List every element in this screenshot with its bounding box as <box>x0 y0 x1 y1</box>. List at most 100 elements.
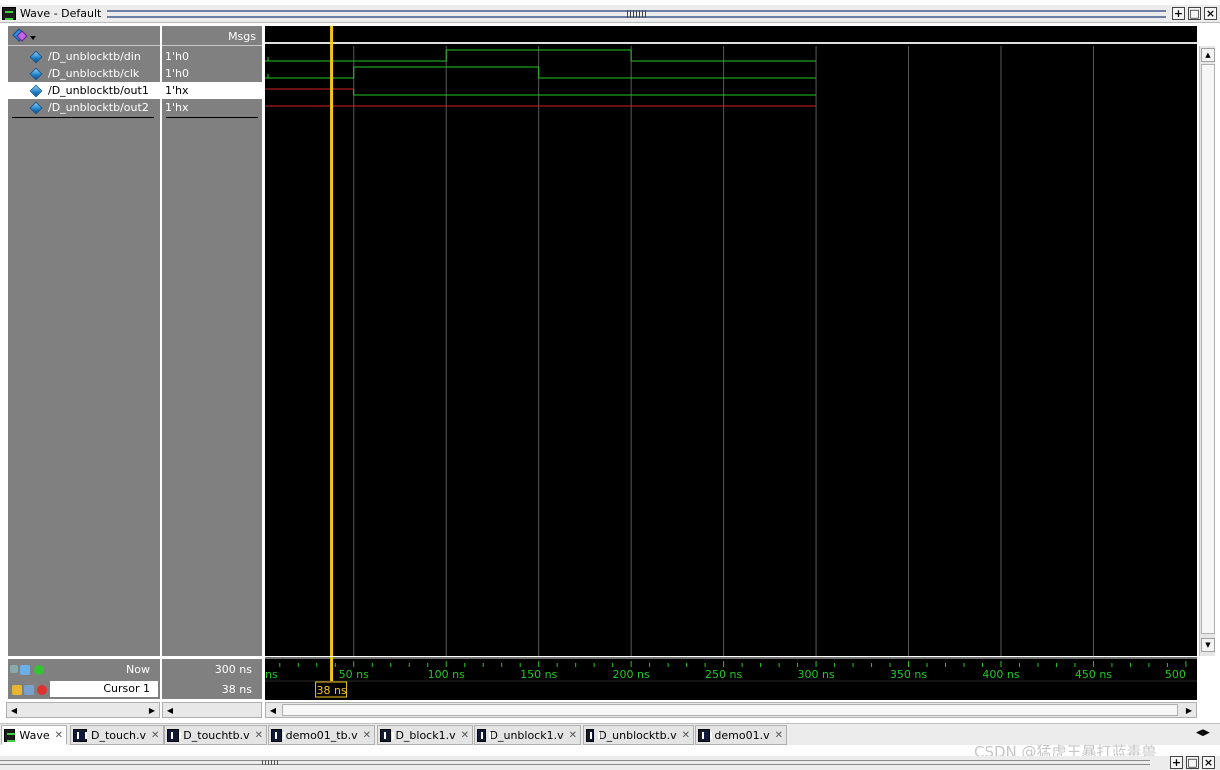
editor-icon <box>271 728 285 742</box>
waveform-pane[interactable] <box>265 26 1197 656</box>
ruler-tick-label: 500 <box>1165 668 1186 681</box>
title-bar[interactable]: Wave - Default + □ × <box>0 5 1220 23</box>
editor-icon <box>477 728 491 742</box>
signal-name: /D_unblocktb/clk <box>48 67 140 80</box>
ruler-tick-label: 300 ns <box>797 668 834 681</box>
wave-icon <box>2 7 16 20</box>
cursor-name[interactable]: Cursor 1 <box>50 681 158 697</box>
editor-icon <box>380 728 395 742</box>
insertion-marker <box>12 117 154 118</box>
cursor-names-pane: Now Cursor 1 <box>8 659 160 699</box>
status-bar: + □ × <box>0 756 1220 770</box>
tab-label: demo01.v <box>714 728 770 742</box>
signal-value: 1'h0 <box>165 67 189 80</box>
tab-d-touchtb[interactable]: D_touchtb.v ✕ <box>164 725 267 745</box>
window-title: Wave - Default <box>20 7 102 20</box>
scroll-thumb[interactable] <box>282 704 1178 716</box>
edit-cursor-icon[interactable] <box>24 685 34 695</box>
signal-name: /D_unblocktb/out1 <box>48 84 149 97</box>
tab-d-unblocktb[interactable]: D_unblocktb.v ✕ <box>583 725 694 745</box>
scroll-right-icon[interactable]: ▶ <box>146 704 158 716</box>
close-icon[interactable]: ✕ <box>255 730 263 741</box>
editor-icon <box>586 728 601 742</box>
values-hscrollbar[interactable]: ◀ <box>162 702 262 718</box>
close-icon[interactable]: ✕ <box>461 730 469 741</box>
signal-diamond-icon <box>29 67 43 80</box>
signal-row-clk[interactable]: /D_unblocktb/clk <box>8 65 160 82</box>
names-header <box>8 26 160 46</box>
wave-hscrollbar[interactable]: ◀ ▶ <box>265 702 1197 718</box>
names-hscrollbar[interactable]: ◀ ▶ <box>6 702 160 718</box>
undock-button[interactable]: □ <box>1186 756 1199 769</box>
status-bar-grip[interactable] <box>0 760 1150 765</box>
close-icon[interactable]: ✕ <box>569 730 577 741</box>
tab-label: D_touchtb.v <box>183 728 250 742</box>
ruler-tick-label: 50 ns <box>339 668 369 681</box>
close-icon[interactable]: ✕ <box>55 730 63 741</box>
close-button[interactable]: × <box>1204 7 1217 20</box>
title-bar-grip[interactable] <box>107 9 1166 18</box>
waveform-canvas[interactable] <box>265 26 1197 656</box>
scroll-up-icon[interactable]: ▲ <box>1201 48 1215 62</box>
ruler-tick-label: 450 ns <box>1075 668 1112 681</box>
signal-value: 1'hx <box>165 101 189 114</box>
editor-icon <box>73 728 87 742</box>
signal-value: 1'h0 <box>165 50 189 63</box>
editor-icon <box>698 728 713 742</box>
dock-button[interactable]: + <box>1170 756 1183 769</box>
signal-name: /D_unblocktb/din <box>48 50 141 63</box>
scroll-left-icon[interactable]: ◀ <box>267 704 279 716</box>
scroll-down-icon[interactable]: ▼ <box>1201 638 1215 652</box>
dock-button[interactable]: + <box>1172 7 1185 20</box>
now-value: 300 ns <box>214 663 252 676</box>
signal-names-pane[interactable]: /D_unblocktb/din /D_unblocktb/clk /D_unb… <box>8 46 160 656</box>
signal-diamond-icon <box>29 50 43 63</box>
close-button[interactable]: × <box>1202 756 1215 769</box>
tab-demo01-tb[interactable]: demo01_tb.v ✕ <box>268 725 375 745</box>
now-label: Now <box>126 663 150 676</box>
scroll-left-icon[interactable]: ◀ <box>164 704 176 716</box>
signal-row-din[interactable]: /D_unblocktb/din <box>8 48 160 65</box>
vertical-scrollbar[interactable]: ▲ ▼ <box>1199 46 1215 656</box>
scroll-right-icon[interactable]: ▶ <box>1183 704 1195 716</box>
signal-row-out1[interactable]: /D_unblocktb/out1 <box>8 82 160 99</box>
ruler-tick-label: 150 ns <box>520 668 557 681</box>
add-signal-icon[interactable] <box>10 27 50 45</box>
timeline-ruler[interactable]: ns 50 ns 100 ns 150 ns 200 ns 250 ns 300 ns 350… <box>265 657 1197 700</box>
close-icon[interactable]: ✕ <box>775 730 783 741</box>
wave-icon <box>4 728 16 742</box>
tab-d-block1[interactable]: D_block1.v ✕ <box>377 725 473 745</box>
ruler-tick-label: 400 ns <box>982 668 1019 681</box>
timeline-ruler-canvas[interactable]: ns 50 ns 100 ns 150 ns 200 ns 250 ns 300 ns 350… <box>265 657 1197 700</box>
close-icon[interactable]: ✕ <box>151 730 159 741</box>
tab-d-unblock1[interactable]: D_unblock1.v ✕ <box>474 725 581 745</box>
wave-window: Wave - Default + □ × Msgs /D_unblocktb/d… <box>0 0 1220 770</box>
close-icon[interactable]: ✕ <box>682 730 690 741</box>
close-icon[interactable]: ✕ <box>363 730 371 741</box>
cursor-marker-label: 38 ns <box>316 684 346 697</box>
tab-label: Wave <box>19 728 50 742</box>
tab-label: D_unblocktb.v <box>598 728 677 742</box>
signal-diamond-icon <box>29 84 43 97</box>
tab-demo01[interactable]: demo01.v ✕ <box>695 725 787 745</box>
scroll-thumb[interactable] <box>1201 64 1215 634</box>
tab-wave[interactable]: Wave ✕ <box>1 725 67 745</box>
insert-cursor-icon[interactable] <box>20 665 30 675</box>
tab-label: D_unblock1.v <box>489 728 564 742</box>
scroll-left-icon[interactable]: ◀ <box>8 704 20 716</box>
tab-d-touch[interactable]: D_touch.v ✕ <box>70 725 164 745</box>
lock-icon[interactable] <box>12 685 22 695</box>
undock-button[interactable]: □ <box>1188 7 1201 20</box>
signal-name: /D_unblocktb/out2 <box>48 101 149 114</box>
ruler-tick-label: ns <box>265 668 278 681</box>
values-header: Msgs <box>162 26 262 46</box>
tab-scroll-icon[interactable]: ◀▶ <box>1196 728 1210 738</box>
delete-cursor-icon[interactable] <box>37 685 47 695</box>
signal-row-out2[interactable]: /D_unblocktb/out2 <box>8 99 160 116</box>
wave-tools-icon[interactable] <box>10 665 18 673</box>
add-cursor-icon[interactable] <box>34 665 44 675</box>
signal-value: 1'hx <box>162 82 262 99</box>
editor-icon <box>167 728 182 742</box>
signal-values-pane[interactable]: 1'h0 1'h0 1'hx 1'hx <box>162 46 262 656</box>
tab-label: demo01_tb.v <box>285 728 358 742</box>
